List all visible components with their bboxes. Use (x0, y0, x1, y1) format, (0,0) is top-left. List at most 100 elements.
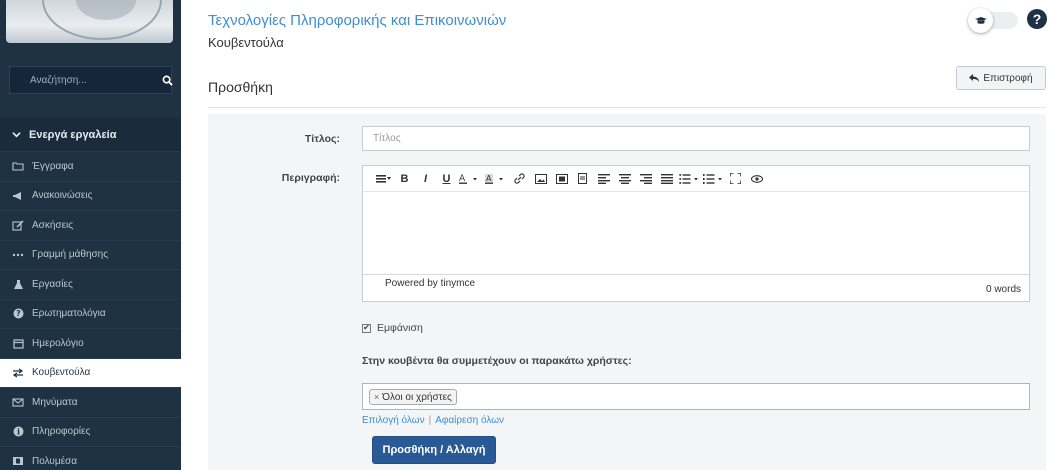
image-button[interactable] (530, 166, 551, 192)
preview-button[interactable] (746, 166, 767, 192)
sidebar-item-learning-path[interactable]: Γραμμή μάθησης (0, 239, 181, 270)
sidebar-item-messages[interactable]: Μηνύματα (0, 387, 181, 417)
sidebar-item-chat[interactable]: Κουβεντούλα (0, 357, 181, 387)
visibility-checkbox[interactable]: ✔ (362, 323, 371, 333)
document-button[interactable] (572, 166, 593, 192)
sidebar-item-label: Μηνύματα (32, 396, 78, 408)
question-circle-icon: ? (12, 308, 24, 320)
sidebar-item-documents[interactable]: Έγγραφα (0, 151, 181, 181)
sidebar-item-questionnaires[interactable]: ? Ερωτηματολόγια (0, 298, 181, 329)
editor-content-area[interactable] (363, 192, 1029, 274)
editor-statusbar: Powered by tinymce 0 words (363, 274, 1029, 302)
sidebar-item-label: Πληροφορίες (32, 426, 91, 438)
toggle-knob (968, 8, 993, 33)
remove-all-link[interactable]: Αφαίρεση όλων (435, 415, 504, 426)
numbered-list-button[interactable] (701, 166, 725, 192)
background-color-icon: A (485, 173, 503, 184)
bullhorn-icon (12, 190, 24, 202)
view-mode-toggle[interactable] (968, 8, 1020, 33)
active-tools-header[interactable]: Ενεργά εργαλεία (0, 118, 181, 151)
sidebar-item-label: Ασκήσεις (32, 219, 74, 231)
bullet-list-icon (679, 173, 698, 184)
fullscreen-button[interactable] (725, 166, 746, 192)
text-color-button[interactable]: A (457, 166, 483, 192)
svg-text:i: i (16, 427, 19, 437)
folder-icon (12, 160, 24, 172)
align-justify-icon (660, 173, 673, 184)
ellipsis-icon (12, 249, 24, 261)
media-button[interactable] (551, 166, 572, 192)
word-count: 0 words (985, 284, 1021, 295)
film-icon (12, 455, 24, 467)
italic-icon: I (423, 172, 428, 185)
align-justify-button[interactable] (656, 166, 677, 192)
sidebar-item-multimedia[interactable]: Πολυμέσα (0, 446, 181, 470)
graduation-cap-icon (974, 16, 987, 24)
submit-button[interactable]: Προσθήκη / Αλλαγή (372, 436, 496, 464)
sidebar-item-label: Κουβεντούλα (32, 367, 91, 379)
svg-text:A: A (486, 174, 492, 183)
course-subtitle: Κουβεντούλα (208, 35, 284, 50)
search-icon (162, 75, 173, 86)
align-right-icon (639, 173, 652, 184)
reply-icon (969, 74, 980, 82)
envelope-icon (12, 396, 24, 408)
back-button-label: Επιστροφή (983, 72, 1033, 84)
sidebar-menu: Έγγραφα Ανακοινώσεις Ασκήσεις Γραμμή μάθ… (0, 151, 181, 470)
course-title-link[interactable]: Τεχνολογίες Πληροφορικής και Επικοινωνιώ… (208, 12, 506, 29)
bullet-list-button[interactable] (677, 166, 701, 192)
search-box (9, 66, 173, 94)
title-label: Τίτλος: (304, 133, 340, 145)
chevron-down-icon (12, 132, 21, 138)
description-label: Περιγραφή: (281, 172, 340, 184)
sidebar-item-label: Ημερολόγιο (32, 337, 84, 349)
align-left-button[interactable] (593, 166, 614, 192)
header-divider (208, 107, 1046, 108)
page-title: Προσθήκη (208, 79, 273, 95)
remove-tag-icon[interactable]: × (374, 392, 379, 402)
sidebar: Ενεργά εργαλεία Έγγραφα Ανακοινώσεις Ασκ… (0, 0, 181, 470)
selection-links: Επιλογή όλων | Αφαίρεση όλων (362, 415, 504, 426)
sidebar-item-assignments[interactable]: Εργασίες (0, 269, 181, 299)
sidebar-item-announcements[interactable]: Ανακοινώσεις (0, 180, 181, 211)
sidebar-item-info[interactable]: i Πληροφορίες (0, 416, 181, 447)
sidebar-item-label: Ερωτηματολόγια (32, 308, 106, 320)
participants-label: Στην κουβέντα θα συμμετέχουν οι παρακάτω… (362, 355, 632, 367)
text-color-icon: A (459, 174, 477, 184)
help-icon[interactable]: ? (1027, 9, 1047, 29)
italic-button[interactable]: I (415, 166, 436, 192)
background-color-button[interactable]: A (483, 166, 509, 192)
align-right-button[interactable] (635, 166, 656, 192)
image-icon (534, 173, 547, 184)
powered-by-text: Powered by tinymce (385, 278, 476, 289)
select-all-link[interactable]: Επιλογή όλων (362, 415, 425, 426)
document-icon (578, 173, 587, 184)
search-button[interactable] (162, 67, 173, 93)
users-multiselect[interactable]: × Όλοι οι χρήστες (362, 383, 1030, 410)
selected-user-tag: × Όλοι οι χρήστες (369, 389, 457, 405)
sidebar-item-calendar[interactable]: Ημερολόγιο (0, 328, 181, 358)
rich-text-editor: B I U A A Powered by tinymce 0 words (362, 165, 1030, 302)
flask-icon (12, 278, 24, 290)
bold-button[interactable]: B (394, 166, 415, 192)
exchange-icon (12, 367, 24, 379)
search-input[interactable] (10, 67, 162, 93)
edit-icon (12, 219, 24, 231)
title-input[interactable] (362, 126, 1030, 151)
sidebar-item-label: Έγγραφα (32, 160, 74, 172)
link-button[interactable] (509, 166, 530, 192)
course-logo[interactable] (6, 0, 173, 43)
media-icon (555, 173, 568, 184)
underline-icon: U (442, 172, 451, 185)
bold-icon: B (400, 172, 409, 185)
link-icon (514, 173, 525, 184)
align-center-button[interactable] (614, 166, 635, 192)
sidebar-item-exercises[interactable]: Ασκήσεις (0, 210, 181, 240)
underline-button[interactable]: U (436, 166, 457, 192)
back-button[interactable]: Επιστροφή (956, 66, 1046, 90)
editor-toolbar: B I U A A (363, 166, 1029, 192)
align-center-icon (618, 173, 631, 184)
align-left-icon (597, 173, 610, 184)
format-menu-button[interactable] (373, 166, 394, 192)
selected-user-tag-label: Όλοι οι χρήστες (382, 391, 452, 403)
